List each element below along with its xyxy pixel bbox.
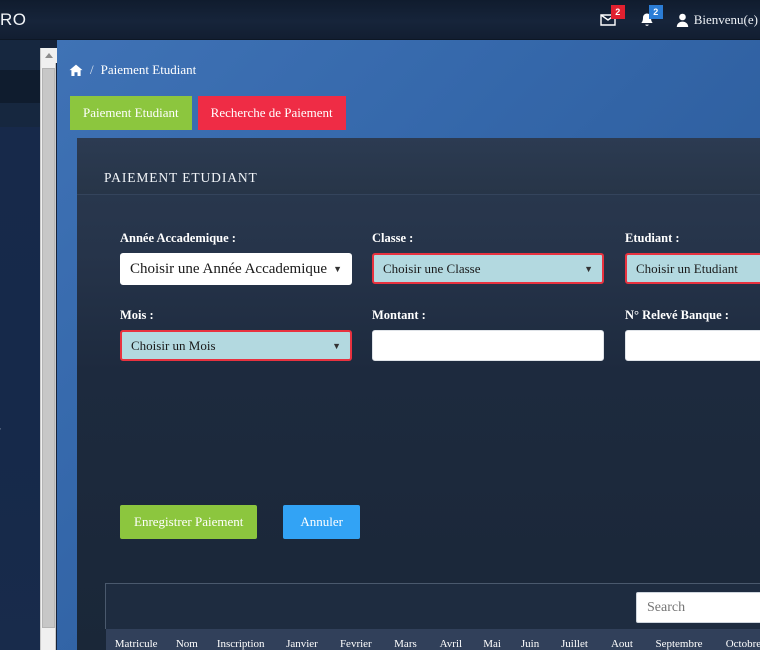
panel-body: Année Accademique : Choisir une Année Ac…: [77, 195, 760, 650]
table-toolbar: [105, 583, 760, 629]
brand-logo-text: RO: [0, 10, 27, 29]
field-annee-accademique: Année Accademique : Choisir une Année Ac…: [120, 231, 352, 285]
select-classe[interactable]: Choisir une Classe ▼: [372, 253, 604, 284]
select-annee-accademique[interactable]: Choisir une Année Accademique ▼: [120, 253, 352, 285]
label-releve-banque: N° Relevé Banque :: [625, 308, 729, 322]
col-fevrier[interactable]: Fevrier: [329, 629, 383, 650]
label-mois: Mois :: [120, 308, 154, 322]
montant-input[interactable]: [372, 330, 604, 361]
top-navigation-bar: RO 2 2 Bienvenu(e): [0, 0, 760, 40]
chevron-down-icon: ▼: [584, 263, 593, 274]
welcome-label: Bienvenu(e): [693, 12, 758, 27]
paiement-etudiant-panel: PAIEMENT ETUDIANT Année Accademique : Ch…: [77, 138, 760, 650]
label-etudiant: Etudiant :: [625, 231, 680, 245]
sidebar-item-label-clipped: r: [0, 422, 34, 438]
topbar-actions: 2 2 Bienvenu(e): [600, 5, 758, 34]
chevron-down-icon: ▼: [332, 340, 341, 351]
sidebar-item-spacer: [0, 103, 40, 127]
col-janvier[interactable]: Janvier: [274, 629, 330, 650]
user-icon: [676, 13, 688, 27]
breadcrumb-separator: /: [90, 62, 94, 77]
tab-bar: Paiement Etudiant Recherche de Paiement: [70, 96, 346, 130]
col-juillet[interactable]: Juillet: [549, 629, 600, 650]
field-releve-banque: N° Relevé Banque :: [625, 308, 760, 361]
sidebar-item-top[interactable]: [0, 40, 40, 70]
select-mois-value: Choisir un Mois: [131, 337, 216, 353]
select-annee-accademique-value: Choisir une Année Accademique: [130, 260, 328, 277]
col-mai[interactable]: Mai: [473, 629, 512, 650]
select-classe-value: Choisir une Classe: [383, 260, 481, 276]
table-header-row: Matricule Nom Inscription Janvier Fevrie…: [105, 629, 760, 650]
select-mois[interactable]: Choisir un Mois ▼: [120, 330, 352, 361]
col-aout[interactable]: Aout: [599, 629, 645, 650]
field-classe: Classe : Choisir une Classe ▼: [372, 231, 604, 284]
col-inscription[interactable]: Inscription: [206, 629, 275, 650]
scroll-up-arrow-icon[interactable]: [41, 48, 57, 63]
payments-table-container: Matricule Nom Inscription Janvier Fevrie…: [105, 583, 760, 650]
panel-header: PAIEMENT ETUDIANT: [77, 138, 760, 195]
home-icon[interactable]: [69, 64, 83, 77]
table-head: Matricule Nom Inscription Janvier Fevrie…: [105, 629, 760, 650]
col-octobre[interactable]: Octobre: [713, 629, 760, 650]
col-septembre[interactable]: Septembre: [644, 629, 714, 650]
col-mars[interactable]: Mars: [382, 629, 429, 650]
messages-button[interactable]: 2: [600, 5, 625, 31]
application-window: RO 2 2 Bienvenu(e) / Paiement Etudiant P…: [0, 0, 760, 650]
releve-banque-input[interactable]: [625, 330, 760, 361]
annuler-button[interactable]: Annuler: [283, 505, 360, 539]
field-montant: Montant :: [372, 308, 604, 361]
col-juin[interactable]: Juin: [511, 629, 550, 650]
select-etudiant-value: Choisir un Etudiant: [636, 260, 738, 276]
search-input[interactable]: [636, 592, 760, 623]
field-etudiant: Etudiant : Choisir un Etudiant: [625, 231, 760, 284]
notifications-button[interactable]: 2: [638, 5, 663, 31]
page-title: PAIEMENT ETUDIANT: [104, 170, 258, 185]
chevron-down-icon: ▼: [333, 264, 342, 274]
user-menu[interactable]: Bienvenu(e): [676, 12, 758, 28]
breadcrumb: / Paiement Etudiant: [69, 62, 196, 78]
label-classe: Classe :: [372, 231, 414, 245]
label-montant: Montant :: [372, 308, 426, 322]
select-etudiant[interactable]: Choisir un Etudiant: [625, 253, 760, 284]
notifications-badge: 2: [648, 5, 663, 19]
enregistrer-paiement-button[interactable]: Enregistrer Paiement: [120, 505, 258, 539]
col-nom[interactable]: Nom: [166, 629, 207, 650]
col-avril[interactable]: Avril: [428, 629, 474, 650]
tab-paiement-etudiant[interactable]: Paiement Etudiant: [70, 96, 192, 130]
sidebar-navigation[interactable]: r: [0, 40, 40, 650]
sidebar-item-active[interactable]: [0, 70, 40, 103]
page-vertical-scrollbar[interactable]: [40, 48, 57, 650]
field-mois: Mois : Choisir un Mois ▼: [120, 308, 352, 361]
form-actions: Enregistrer Paiement Annuler: [120, 505, 360, 539]
tab-recherche-de-paiement[interactable]: Recherche de Paiement: [197, 96, 346, 130]
scrollbar-thumb[interactable]: [42, 68, 55, 628]
sidebar-menu-list[interactable]: [0, 127, 40, 650]
col-matricule[interactable]: Matricule: [105, 629, 167, 650]
payments-table: Matricule Nom Inscription Janvier Fevrie…: [105, 629, 760, 650]
label-annee-accademique: Année Accademique :: [120, 231, 236, 245]
messages-badge: 2: [610, 5, 625, 19]
main-content-area: / Paiement Etudiant Paiement Etudiant Re…: [57, 40, 760, 650]
breadcrumb-current: Paiement Etudiant: [100, 62, 197, 77]
